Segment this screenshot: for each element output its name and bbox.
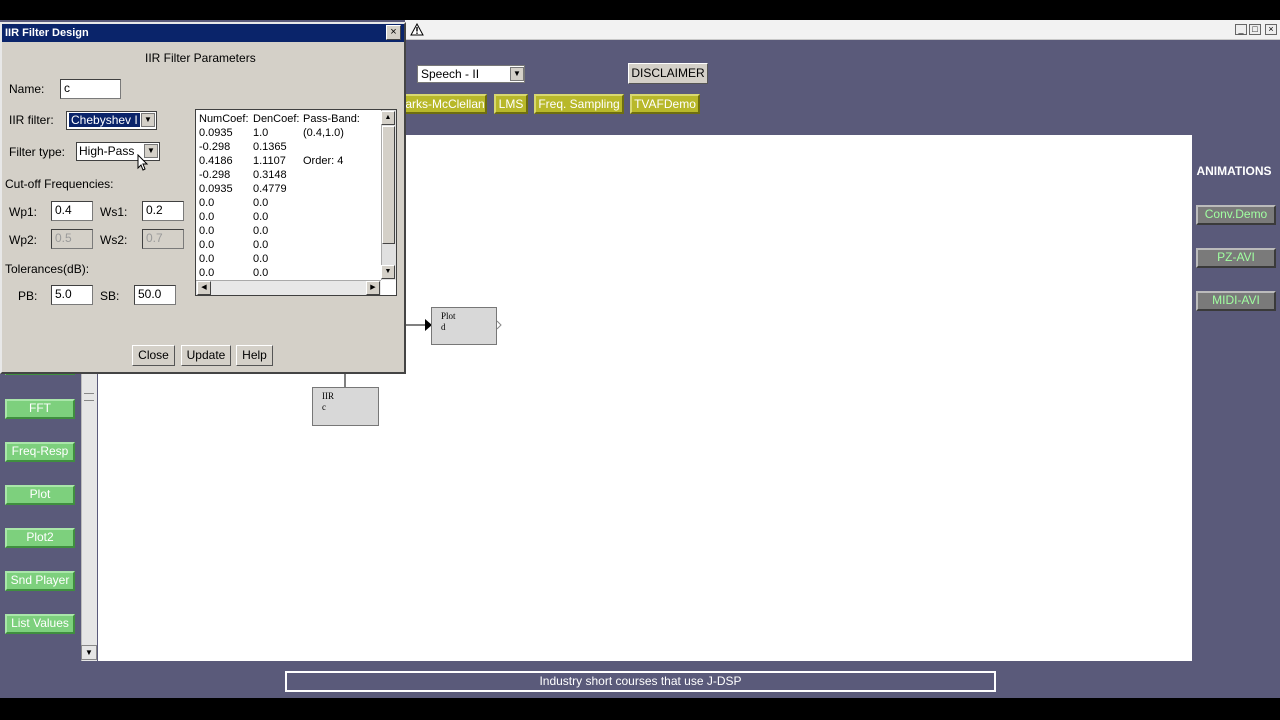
passband-header: Pass-Band: bbox=[303, 113, 360, 125]
coef-horizontal-scrollbar[interactable] bbox=[196, 280, 381, 295]
coef-row: 0.0 0.0 bbox=[199, 196, 303, 210]
plot-button[interactable]: Plot bbox=[5, 485, 75, 505]
plot-block-id: d bbox=[441, 322, 446, 332]
pb-label: PB: bbox=[18, 289, 38, 303]
num-coef: 0.0935 bbox=[199, 183, 233, 195]
wp1-label: Wp1: bbox=[9, 205, 38, 219]
dialog-title: IIR Filter Design bbox=[2, 24, 404, 42]
num-coef: 0.0 bbox=[199, 225, 215, 237]
num-coef: 0.0 bbox=[199, 197, 215, 209]
num-coef: 0.0 bbox=[199, 211, 215, 223]
iir-block[interactable]: IIR c bbox=[312, 387, 379, 426]
pz-avi-button[interactable]: PZ-AVI bbox=[1196, 248, 1276, 268]
sb-field[interactable]: 50.0 bbox=[134, 285, 176, 305]
num-coef: -0.298 bbox=[199, 141, 231, 153]
coef-row: 0.0935 1.0 (0.4,1.0) bbox=[199, 126, 344, 140]
den-coef: 0.0 bbox=[253, 211, 269, 223]
courses-banner[interactable]: Industry short courses that use J-DSP bbox=[285, 671, 996, 692]
pb-field[interactable]: 5.0 bbox=[51, 285, 93, 305]
fft-button[interactable]: FFT bbox=[5, 399, 75, 419]
coef-row: 0.0 0.0 bbox=[199, 266, 303, 280]
animations-heading: ANIMATIONS bbox=[1196, 164, 1272, 178]
scroll-right-button[interactable]: ▶ bbox=[366, 281, 380, 295]
num-coef: 0.0 bbox=[199, 239, 215, 251]
plot-block-name: Plot bbox=[441, 311, 456, 321]
coefficients-textarea[interactable]: NumCoef: DenCoef: Pass-Band: 0.0935 1.0 (0.4… bbox=[195, 109, 397, 296]
name-label: Name: bbox=[9, 82, 45, 96]
cutoff-label: Cut-off Frequencies: bbox=[5, 177, 114, 191]
num-coef: 0.0 bbox=[199, 253, 215, 265]
wp1-field[interactable]: 0.4 bbox=[51, 201, 93, 221]
den-coef: 0.3148 bbox=[253, 169, 287, 181]
freq-resp-button[interactable]: Freq-Resp bbox=[5, 442, 75, 462]
den-coef: 0.0 bbox=[253, 225, 269, 237]
den-coef: 0.0 bbox=[253, 253, 269, 265]
filter-type-label: Filter type: bbox=[9, 145, 66, 159]
conv-demo-button[interactable]: Conv.Demo bbox=[1196, 205, 1276, 225]
num-coef: 0.4186 bbox=[199, 155, 233, 167]
num-coef: 0.0 bbox=[199, 267, 215, 279]
dencoef-header: DenCoef: bbox=[253, 113, 300, 125]
list-values-button[interactable]: List Values bbox=[5, 614, 75, 634]
ws2-field: 0.7 bbox=[142, 229, 184, 249]
wp2-field: 0.5 bbox=[51, 229, 93, 249]
chevron-down-icon[interactable]: ▼ bbox=[141, 113, 155, 127]
dialog-heading: IIR Filter Parameters bbox=[145, 51, 256, 65]
den-coef: 0.0 bbox=[253, 267, 269, 279]
plot-block[interactable]: Plot d bbox=[431, 307, 497, 345]
mouse-cursor-icon bbox=[137, 153, 149, 175]
dialog-close-icon[interactable]: × bbox=[386, 25, 401, 40]
plot2-button[interactable]: Plot2 bbox=[5, 528, 75, 548]
ws1-label: Ws1: bbox=[100, 205, 128, 219]
den-coef: 0.4779 bbox=[253, 183, 287, 195]
update-button[interactable]: Update bbox=[181, 345, 231, 366]
scroll-left-button[interactable]: ◀ bbox=[197, 281, 211, 295]
order-value: Order: 4 bbox=[303, 155, 344, 167]
sb-label: SB: bbox=[100, 289, 120, 303]
coef-scroll-thumb[interactable] bbox=[382, 126, 395, 244]
iir-block-id: c bbox=[322, 402, 326, 412]
coef-row: -0.298 0.3148 bbox=[199, 168, 303, 182]
coef-row: 0.0935 0.4779 bbox=[199, 182, 303, 196]
den-coef: 1.0 bbox=[253, 127, 269, 139]
den-coef: 0.0 bbox=[253, 197, 269, 209]
den-coef: 0.1365 bbox=[253, 141, 287, 153]
coef-row: 0.0 0.0 bbox=[199, 252, 303, 266]
passband-value: (0.4,1.0) bbox=[303, 127, 344, 139]
wp2-label: Wp2: bbox=[9, 233, 38, 247]
den-coef: 0.0 bbox=[253, 239, 269, 251]
name-field[interactable]: c bbox=[60, 79, 121, 99]
help-button[interactable]: Help bbox=[236, 345, 273, 366]
iir-block-name: IIR bbox=[322, 391, 334, 401]
num-coef: 0.0935 bbox=[199, 127, 233, 139]
scroll-down-button[interactable]: ▼ bbox=[381, 265, 395, 279]
coef-row: -0.298 0.1365 bbox=[199, 140, 303, 154]
filter-type-select-value: High-Pass bbox=[79, 144, 135, 158]
coef-row: 0.0 0.0 bbox=[199, 238, 303, 252]
ws2-label: Ws2: bbox=[100, 233, 128, 247]
numcoef-header: NumCoef: bbox=[199, 113, 249, 125]
iir-filter-select-value: Chebyshev I bbox=[69, 113, 140, 127]
close-button[interactable]: Close bbox=[132, 345, 175, 366]
iir-filter-label: IIR filter: bbox=[9, 113, 54, 127]
den-coef: 1.1107 bbox=[253, 155, 286, 167]
scroll-up-button[interactable]: ▲ bbox=[381, 111, 395, 125]
tolerances-label: Tolerances(dB): bbox=[5, 262, 90, 276]
coef-row: 0.0 0.0 bbox=[199, 224, 303, 238]
num-coef: -0.298 bbox=[199, 169, 231, 181]
coef-row: 0.0 0.0 bbox=[199, 210, 303, 224]
ws1-field[interactable]: 0.2 bbox=[142, 201, 184, 221]
coef-row: 0.4186 1.1107 Order: 4 bbox=[199, 154, 343, 168]
snd-player-button[interactable]: Snd Player bbox=[5, 571, 75, 591]
coef-header-row: NumCoef: DenCoef: Pass-Band: bbox=[199, 112, 360, 126]
midi-avi-button[interactable]: MIDI-AVI bbox=[1196, 291, 1276, 311]
